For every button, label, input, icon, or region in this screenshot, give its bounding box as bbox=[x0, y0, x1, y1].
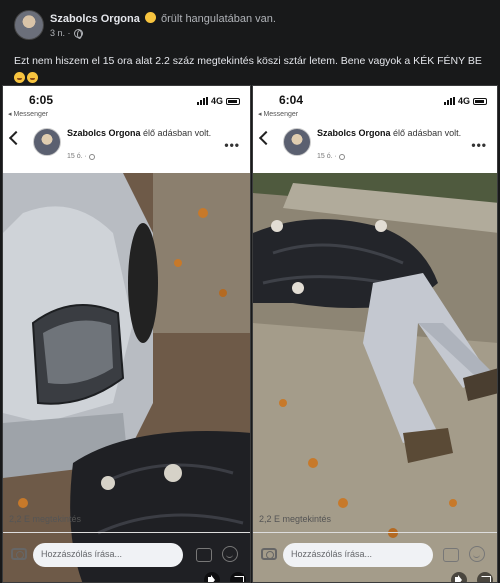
back-to-messenger[interactable]: ◂ Messenger bbox=[258, 110, 298, 118]
feeling-text: őrült hangulatában van. bbox=[160, 13, 276, 25]
more-icon[interactable]: ••• bbox=[471, 138, 487, 152]
post-meta: 3 n. · bbox=[50, 28, 83, 39]
smile-icon[interactable] bbox=[222, 546, 238, 562]
signal-icon bbox=[443, 97, 455, 105]
live-author-name[interactable]: Szabolcs Orgona bbox=[67, 128, 141, 138]
live-status: élő adásban volt. bbox=[393, 128, 462, 138]
back-arrow-icon[interactable] bbox=[8, 130, 24, 146]
status-time: 6:04 bbox=[279, 93, 304, 107]
post-text-body: Ezt nem hiszem el 15 ora alat 2.2 száz m… bbox=[14, 55, 482, 67]
network-label: 4G bbox=[457, 96, 470, 106]
feeling-emoji-icon bbox=[144, 12, 156, 23]
laughing-emoji-icon bbox=[27, 72, 38, 83]
sound-icon[interactable] bbox=[204, 572, 220, 582]
screenshot-left: 6:05 4G ◂ Messenger Szabolcs Orgona élő … bbox=[2, 85, 251, 583]
live-header: Szabolcs Orgona élő adásban volt. 15 ó. … bbox=[253, 124, 497, 160]
view-count[interactable]: 2,2 E megtekintés bbox=[259, 514, 331, 524]
laughing-emoji-icon bbox=[14, 72, 25, 83]
status-bar: 6:05 4G bbox=[3, 86, 250, 112]
status-bar: 6:04 4G bbox=[253, 86, 497, 112]
status-time: 6:05 bbox=[29, 93, 54, 107]
status-icons: 4G bbox=[443, 96, 487, 106]
live-meta: 15 ó. · bbox=[317, 153, 345, 160]
battery-icon bbox=[226, 97, 240, 105]
gif-icon[interactable] bbox=[443, 548, 459, 562]
view-count[interactable]: 2,2 E megtekintés bbox=[9, 514, 81, 524]
live-age: 15 ó. · bbox=[317, 153, 337, 160]
camera-icon[interactable] bbox=[11, 548, 27, 560]
globe-icon bbox=[73, 28, 83, 39]
comment-bar: Hozzászólás írása... bbox=[3, 540, 250, 572]
network-label: 4G bbox=[210, 96, 223, 106]
screenshot-right: 6:04 4G ◂ Messenger Szabolcs Orgona élő … bbox=[252, 85, 498, 583]
back-to-messenger[interactable]: ◂ Messenger bbox=[8, 110, 48, 118]
author-avatar[interactable] bbox=[14, 10, 44, 40]
gif-icon[interactable] bbox=[196, 548, 212, 562]
camera-icon[interactable] bbox=[261, 548, 277, 560]
post-header: Szabolcs Orgona őrült hangulatában van. … bbox=[0, 0, 500, 48]
live-author-avatar[interactable] bbox=[283, 128, 311, 156]
live-age: 15 ó. · bbox=[67, 153, 87, 160]
status-icons: 4G bbox=[196, 96, 240, 106]
fullscreen-icon[interactable] bbox=[477, 572, 493, 582]
battery-icon bbox=[473, 97, 487, 105]
signal-icon bbox=[196, 97, 208, 105]
more-icon[interactable]: ••• bbox=[224, 138, 240, 152]
live-title: Szabolcs Orgona élő adásban volt. bbox=[67, 127, 217, 139]
comment-input[interactable]: Hozzászólás írása... bbox=[33, 543, 183, 567]
divider bbox=[3, 532, 250, 533]
globe-icon bbox=[338, 153, 345, 160]
divider bbox=[253, 532, 497, 533]
comment-input[interactable]: Hozzászólás írása... bbox=[283, 543, 433, 567]
back-arrow-icon[interactable] bbox=[258, 130, 274, 146]
live-title: Szabolcs Orgona élő adásban volt. bbox=[317, 127, 467, 139]
author-line: Szabolcs Orgona őrült hangulatában van. bbox=[50, 12, 276, 25]
smile-icon[interactable] bbox=[469, 546, 485, 562]
live-author-avatar[interactable] bbox=[33, 128, 61, 156]
post-time[interactable]: 3 n. · bbox=[50, 28, 71, 38]
globe-icon bbox=[88, 153, 95, 160]
live-author-name[interactable]: Szabolcs Orgona bbox=[317, 128, 391, 138]
live-header: Szabolcs Orgona élő adásban volt. 15 ó. … bbox=[3, 124, 250, 160]
fullscreen-icon[interactable] bbox=[230, 572, 246, 582]
author-name[interactable]: Szabolcs Orgona bbox=[50, 13, 140, 25]
sound-icon[interactable] bbox=[451, 572, 467, 582]
live-meta: 15 ó. · bbox=[67, 153, 95, 160]
comment-bar: Hozzászólás írása... bbox=[253, 540, 497, 572]
live-status: élő adásban volt. bbox=[143, 128, 212, 138]
